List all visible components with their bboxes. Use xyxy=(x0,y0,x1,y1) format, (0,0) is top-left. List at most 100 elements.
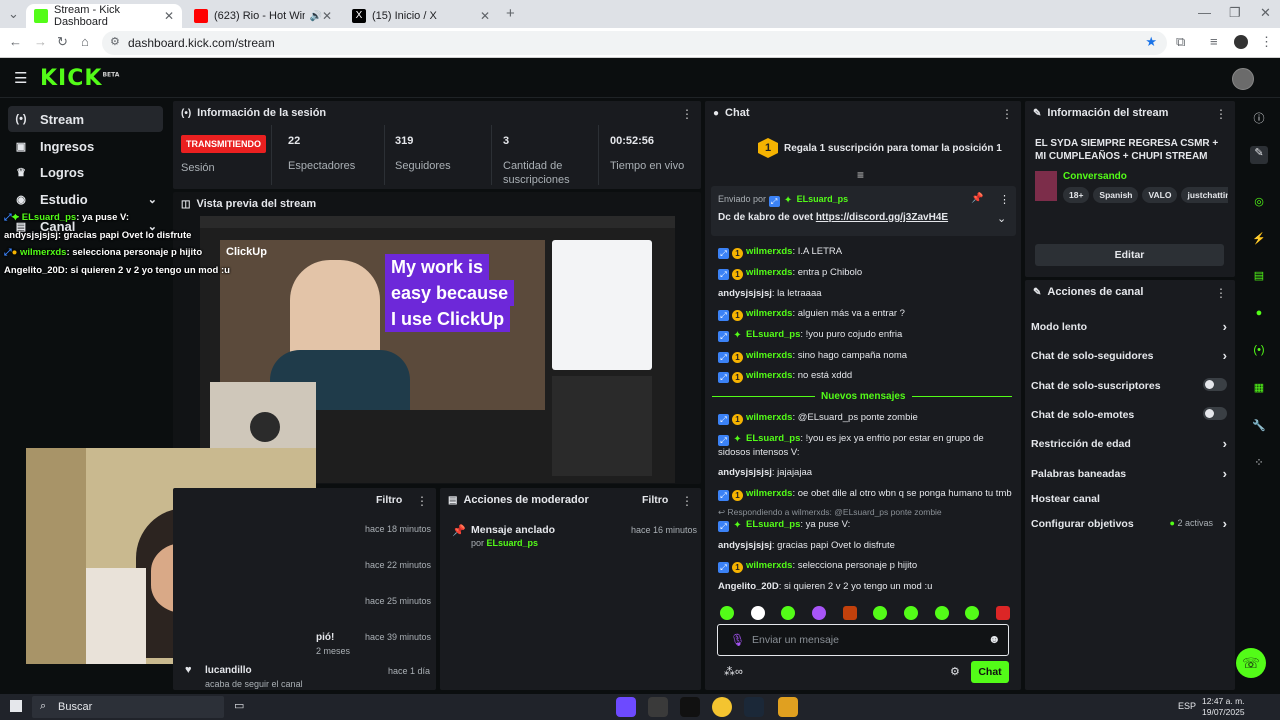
sidebar-item-estudio[interactable]: ◉ Estudio ⌄ xyxy=(8,186,163,212)
more-options-icon[interactable]: ⋮ xyxy=(1215,107,1227,121)
clock-date[interactable]: 19/07/2025 xyxy=(1202,707,1245,717)
tab-kick-dashboard[interactable]: Stream - Kick Dashboard ✕ xyxy=(26,4,182,28)
tiktok-icon[interactable] xyxy=(680,697,700,717)
support-chat-button[interactable]: ☏ xyxy=(1236,648,1266,678)
points-icon[interactable]: ⁂∞ xyxy=(724,665,743,678)
verified-badge-icon: ⤢ xyxy=(718,435,729,446)
emote-icon[interactable] xyxy=(750,606,765,620)
tab-search-icon[interactable]: ⌄ xyxy=(8,6,19,22)
emote-icon[interactable] xyxy=(995,606,1010,620)
more-options-icon[interactable]: ⋮ xyxy=(681,107,693,121)
more-options-icon[interactable]: ⋮ xyxy=(416,494,428,508)
document-icon[interactable]: ▤ xyxy=(1250,269,1268,287)
profile-avatar[interactable] xyxy=(1234,35,1248,49)
collapse-icon[interactable]: ≡ xyxy=(857,168,864,182)
channel-action-banned-words[interactable]: Palabras baneadas › xyxy=(1031,466,1227,481)
bookmark-star-icon[interactable]: ★ xyxy=(1145,34,1157,50)
more-options-icon[interactable]: ⋮ xyxy=(1001,107,1013,121)
emotes-only-toggle[interactable] xyxy=(1203,407,1227,420)
preview-icon: ◫ xyxy=(181,198,191,210)
apps-icon[interactable]: ⁘ xyxy=(1250,456,1268,474)
info-icon[interactable]: ⓘ xyxy=(1250,110,1268,128)
emote-icon[interactable] xyxy=(965,606,980,620)
channel-action-followers-only[interactable]: Chat de solo-seguidores › xyxy=(1031,348,1227,363)
speaker-icon[interactable]: 🔊 xyxy=(309,11,321,22)
filter-button[interactable]: Filtro xyxy=(642,494,668,506)
reload-icon[interactable]: ↻ xyxy=(57,34,68,50)
layout-icon[interactable]: ▦ xyxy=(1250,381,1268,399)
extensions-icon[interactable]: ⧉ xyxy=(1176,34,1185,50)
language-indicator[interactable]: ESP xyxy=(1178,701,1196,711)
settings-gear-icon[interactable]: ⚙ xyxy=(950,665,960,678)
more-options-icon[interactable]: ⋮ xyxy=(681,494,693,508)
sub-goal-text[interactable]: Regala 1 suscripción para tomar la posic… xyxy=(784,143,1002,154)
address-bar[interactable]: ⚙ dashboard.kick.com/stream ★ xyxy=(102,31,1167,55)
tab-youtube[interactable]: (623) Rio - Hot Wings (I Wa 🔊 ✕ xyxy=(186,4,340,28)
clock-time[interactable]: 12:47 a. m. xyxy=(1202,696,1245,706)
minimize-icon[interactable]: — xyxy=(1198,5,1211,20)
chat-input[interactable]: 🎙 Enviar un mensaje ☻ xyxy=(717,624,1009,656)
site-info-icon[interactable]: ⚙ xyxy=(110,35,120,48)
close-tab-icon[interactable]: ✕ xyxy=(164,9,174,23)
media-controls-icon[interactable]: ≡ xyxy=(1210,34,1218,49)
channel-action-host[interactable]: Hostear canal xyxy=(1031,493,1227,505)
filter-button[interactable]: Filtro xyxy=(376,494,402,506)
chat-send-button[interactable]: Chat xyxy=(971,661,1009,683)
windows-start-icon[interactable] xyxy=(10,700,22,712)
emote-icon[interactable] xyxy=(873,606,888,620)
webcam-chair xyxy=(86,568,146,664)
home-icon[interactable]: ⌂ xyxy=(81,34,89,49)
pencil-icon[interactable]: ✎ xyxy=(1250,146,1268,164)
app-icon[interactable] xyxy=(616,697,636,717)
emote-icon[interactable] xyxy=(934,606,949,620)
panel-title: ◫ Vista previa del stream xyxy=(181,198,317,210)
subscribers-only-toggle[interactable] xyxy=(1203,378,1227,391)
obs-icon[interactable] xyxy=(648,697,668,717)
emote-icon[interactable] xyxy=(903,606,918,620)
menu-dots-icon[interactable]: ⋮ xyxy=(1260,34,1273,50)
chevron-down-icon[interactable]: ⌄ xyxy=(997,212,1006,225)
channel-action-goals[interactable]: Configurar objetivos ● 2 activas › xyxy=(1031,516,1227,531)
mod-action-by: por ELsuard_ps xyxy=(471,538,539,548)
edit-stream-button[interactable]: Editar xyxy=(1035,244,1224,266)
taskbar-search[interactable]: ⌕ Buscar xyxy=(32,696,224,718)
channel-action-slow-mode[interactable]: Modo lento › xyxy=(1031,319,1227,334)
channel-action-age-restriction[interactable]: Restricción de edad › xyxy=(1031,436,1227,451)
emote-icon[interactable] xyxy=(811,606,826,620)
close-tab-icon[interactable]: ✕ xyxy=(480,9,490,23)
steam-icon[interactable] xyxy=(744,697,764,717)
emote-icon[interactable] xyxy=(781,606,796,620)
lightning-icon[interactable]: ⚡ xyxy=(1250,232,1268,250)
back-icon[interactable]: ← xyxy=(9,34,22,49)
hamburger-menu-icon[interactable]: ☰ xyxy=(14,69,27,87)
broadcast-icon[interactable]: (•) xyxy=(1250,344,1268,362)
wrench-icon[interactable]: 🔧 xyxy=(1250,419,1268,437)
more-options-icon[interactable]: ⋮ xyxy=(999,193,1010,206)
close-window-icon[interactable]: ✕ xyxy=(1260,5,1271,21)
app-icon[interactable] xyxy=(778,697,798,717)
emoji-icon[interactable]: ☻ xyxy=(988,632,1001,646)
kick-logo[interactable]: KICKBETA xyxy=(40,66,119,91)
tab-title: (15) Inicio / X xyxy=(372,10,437,22)
stream-category[interactable]: Conversando xyxy=(1063,171,1127,182)
user-avatar[interactable] xyxy=(1232,68,1254,90)
sidebar-item-logros[interactable]: ♛ Logros xyxy=(8,159,163,185)
emote-icon[interactable] xyxy=(842,606,857,620)
forward-icon[interactable]: → xyxy=(34,34,47,49)
task-view-icon[interactable]: ▭ xyxy=(234,699,244,712)
target-icon[interactable]: ◎ xyxy=(1250,195,1268,213)
emote-icon[interactable] xyxy=(720,606,734,620)
new-tab-icon[interactable]: + xyxy=(506,5,515,22)
stat-uptime: 00:52:56 Tiempo en vivo xyxy=(610,135,684,173)
more-options-icon[interactable]: ⋮ xyxy=(1215,286,1227,300)
tab-x[interactable]: X (15) Inicio / X ✕ xyxy=(344,4,498,28)
pin-icon[interactable]: 📌 xyxy=(971,193,983,204)
sidebar-item-ingresos[interactable]: ▣ Ingresos xyxy=(8,133,163,159)
microphone-icon[interactable]: 🎙 xyxy=(730,633,745,647)
sidebar-item-stream[interactable]: (•) Stream xyxy=(8,106,163,132)
maximize-icon[interactable]: ❐ xyxy=(1229,5,1241,21)
close-tab-icon[interactable]: ✕ xyxy=(322,9,332,23)
pinned-link[interactable]: https://discord.gg/j3ZavH4E xyxy=(816,212,948,223)
chat-bubble-icon[interactable]: ● xyxy=(1250,307,1268,325)
chrome-icon[interactable] xyxy=(712,697,732,717)
